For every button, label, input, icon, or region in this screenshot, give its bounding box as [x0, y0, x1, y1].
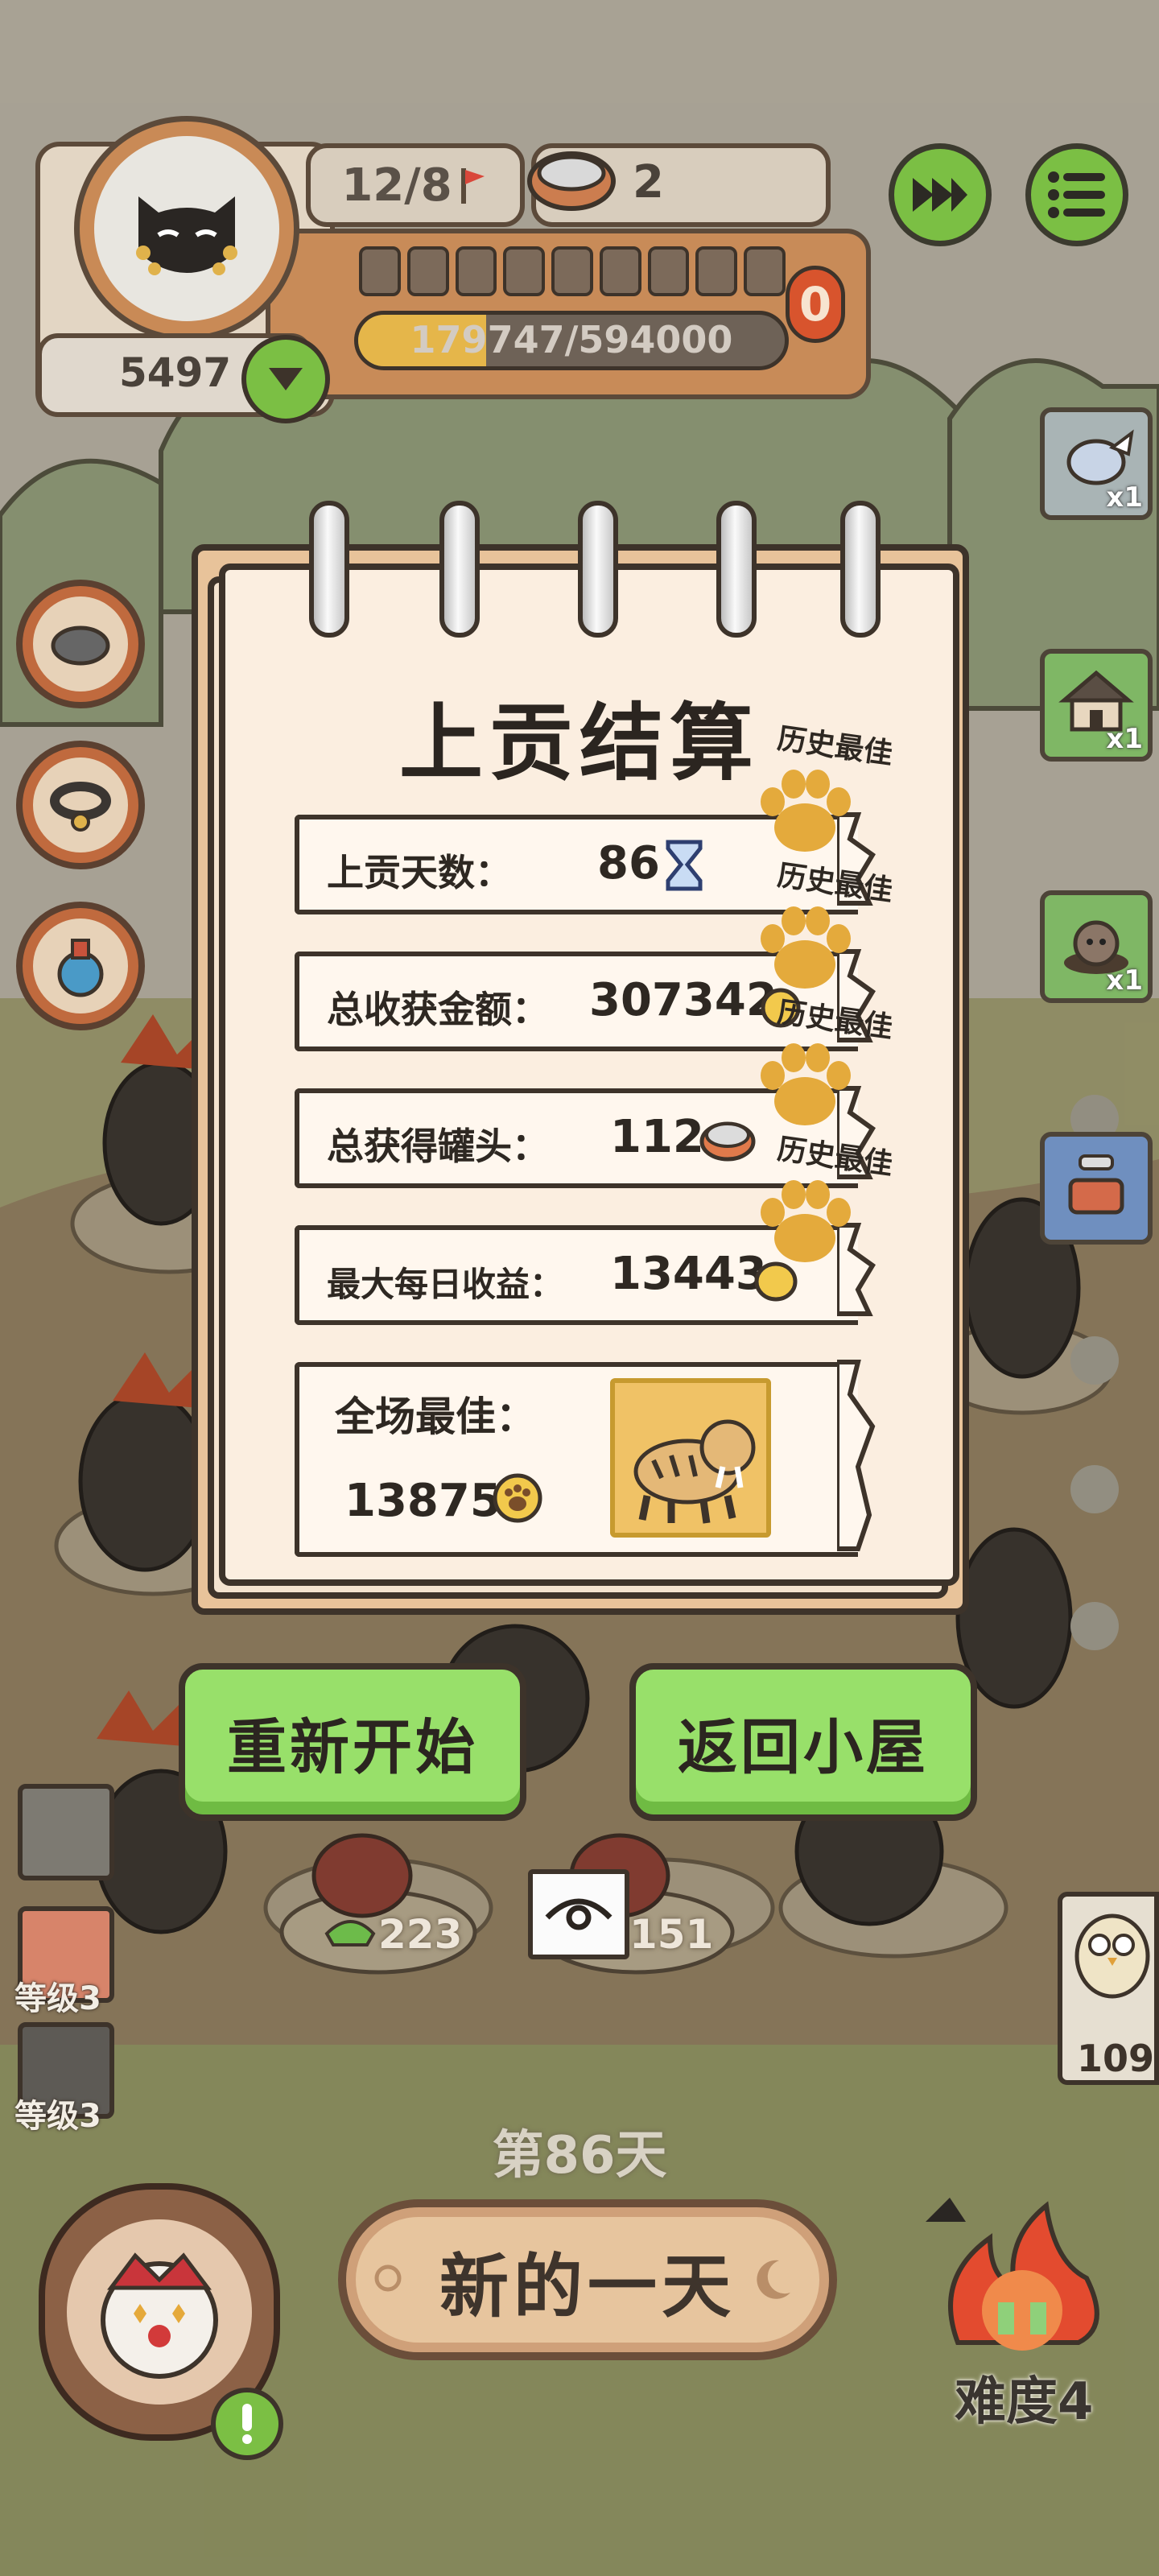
- binder-ring-3: [578, 501, 618, 638]
- stat-label: 上贡天数：: [327, 851, 512, 894]
- owl-counter[interactable]: 109: [1058, 1892, 1159, 2085]
- overall-best-value: 13875: [344, 1475, 501, 1527]
- xp-progress-text: 179747/594000: [410, 318, 733, 361]
- slot-1: [359, 246, 401, 296]
- paw-coin-icon: [493, 1473, 542, 1523]
- stat-value: 112: [610, 1111, 704, 1163]
- avatar[interactable]: [74, 116, 299, 341]
- slot-9: [744, 246, 786, 296]
- coin-dropdown-button[interactable]: [241, 335, 330, 423]
- best-cat-portrait[interactable]: [610, 1378, 771, 1538]
- side-item-3[interactable]: x1: [1040, 890, 1153, 1003]
- day-label: 第86天: [492, 2126, 667, 2186]
- meat-count-left: 223: [378, 1911, 463, 1958]
- owl-icon: [1074, 1913, 1150, 1999]
- slot-counter-badge: 0: [786, 266, 845, 343]
- can-icon: [527, 151, 616, 211]
- moon-icon: [757, 2260, 790, 2299]
- modal-title: 上贡结算: [398, 694, 760, 792]
- best-badge-2: 历史最佳: [740, 859, 895, 997]
- flame-cat-icon: [926, 2198, 1099, 2351]
- difficulty-button[interactable]: 难度4: [909, 2190, 1135, 2432]
- level-count: 12/8: [341, 159, 452, 212]
- paw-icon: [761, 906, 851, 989]
- xp-progress-bar: 179747/594000: [354, 311, 789, 370]
- owl-counter-value: 109: [1077, 2037, 1155, 2080]
- stat-label: 最大每日收益：: [327, 1265, 564, 1304]
- stat-value: 86: [597, 837, 660, 890]
- sabertooth-cat-icon: [633, 1419, 756, 1524]
- side-item-3-count: x1: [1106, 964, 1143, 997]
- stat-label: 总获得罐头：: [327, 1125, 549, 1168]
- slot-3: [455, 246, 497, 296]
- fast-forward-icon: [913, 178, 967, 212]
- menu-button[interactable]: [1025, 143, 1128, 246]
- best-badge-4: 历史最佳: [740, 1133, 895, 1270]
- visibility-toggle-button[interactable]: [528, 1869, 629, 1959]
- menu-icon: [1048, 171, 1105, 218]
- best-badge-1: 历史最佳: [740, 722, 895, 860]
- can-count: 2: [633, 156, 664, 208]
- paw-icon: [761, 1180, 851, 1262]
- binder-ring-1: [309, 501, 349, 638]
- fast-forward-button[interactable]: [889, 143, 992, 246]
- return-home-button[interactable]: 返回小屋: [629, 1663, 977, 1821]
- side-item-4[interactable]: [1040, 1132, 1153, 1245]
- side-item-1-count: x1: [1106, 481, 1143, 514]
- paw-icon: [761, 1043, 851, 1125]
- flag-icon: [460, 168, 485, 204]
- slot-counter-value: 0: [798, 277, 832, 332]
- sun-icon: [374, 2264, 402, 2292]
- overall-best-label: 全场最佳：: [335, 1393, 536, 1440]
- clown-cat-icon: [101, 2252, 218, 2379]
- best-badge-3: 历史最佳: [740, 996, 895, 1133]
- inventory-slots: [359, 246, 786, 296]
- binder-ring-4: [716, 501, 757, 638]
- potion-icon: [57, 939, 104, 997]
- difficulty-label: 难度4: [955, 2372, 1094, 2432]
- alert-badge[interactable]: [211, 2388, 283, 2460]
- binder-ring-2: [439, 501, 480, 638]
- slot-7: [647, 246, 690, 296]
- level-pill: 12/8: [306, 143, 525, 227]
- level-portrait-1[interactable]: [18, 1784, 114, 1880]
- binder-ring-5: [840, 501, 881, 638]
- paw-icon: [761, 770, 851, 852]
- slot-4: [503, 246, 546, 296]
- slot-6: [599, 246, 641, 296]
- slot-5: [551, 246, 593, 296]
- food-icon: [324, 1920, 376, 1946]
- bowl-icon: [51, 625, 110, 666]
- hourglass-icon: [666, 840, 703, 891]
- left-button-potion[interactable]: [16, 902, 145, 1030]
- black-cat-icon: [136, 196, 237, 275]
- sink-icon: [1068, 1154, 1124, 1215]
- chevron-down-icon: [269, 368, 303, 390]
- side-item-1[interactable]: x1: [1040, 407, 1153, 520]
- coin-count: 5497: [119, 349, 232, 396]
- meat-count-right: 151: [629, 1911, 714, 1958]
- exclamation-icon: [242, 2404, 252, 2444]
- can-pill: 2: [527, 143, 831, 227]
- overall-best-card: 全场最佳： 13875: [295, 1362, 858, 1557]
- slot-2: [406, 246, 449, 296]
- stat-label: 总收获金额：: [327, 988, 549, 1031]
- eye-icon: [545, 1898, 612, 1930]
- level-label-1: 等级3: [14, 1980, 101, 2017]
- slot-8: [695, 246, 738, 296]
- restart-button[interactable]: 重新开始: [179, 1663, 526, 1821]
